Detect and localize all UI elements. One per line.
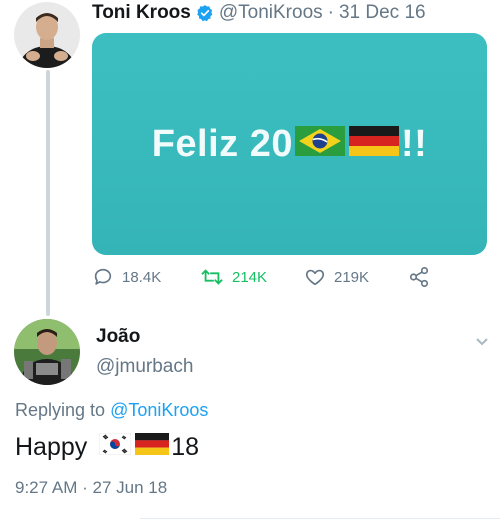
replying-handle-link[interactable]: @ToniKroos — [110, 400, 208, 420]
author-handle[interactable]: @ToniKroos — [219, 2, 323, 24]
reply-text-prefix: Happy — [15, 433, 88, 461]
avatar-toni-kroos[interactable] — [14, 2, 80, 68]
divider — [140, 518, 500, 519]
reply-count: 18.4K — [122, 268, 162, 286]
tweet-image[interactable]: Feliz 20 !! — [92, 33, 487, 255]
image-suffix: !! — [400, 122, 428, 165]
retweet-button[interactable]: 214K — [200, 266, 267, 288]
verified-badge-icon — [196, 4, 214, 22]
thread-connector-line — [46, 70, 50, 316]
south-korea-flag-icon — [98, 432, 132, 462]
replying-to-line: Replying to @ToniKroos — [15, 400, 208, 421]
brazil-flag-icon — [294, 123, 345, 166]
retweet-icon — [201, 269, 223, 285]
avatar-joao[interactable] — [14, 319, 80, 385]
author-name[interactable]: Toni Kroos — [92, 2, 191, 24]
reply-text-suffix: 18 — [171, 433, 200, 461]
reply-author-handle[interactable]: @jmurbach — [96, 356, 193, 378]
reply-text: Happy 18 — [15, 432, 200, 462]
germany-flag-icon — [348, 123, 399, 166]
share-icon — [409, 267, 429, 287]
germany-flag-icon — [135, 433, 170, 462]
reply-timestamp: 9:27 AM · 27 Jun 18 — [15, 478, 167, 498]
like-button[interactable]: 219K — [304, 266, 369, 288]
tweet-actions: 18.4K 214K 219K — [92, 266, 487, 296]
chevron-down-icon[interactable] — [474, 333, 490, 354]
share-button[interactable] — [408, 266, 438, 288]
retweet-count: 214K — [232, 268, 268, 286]
reply-time: 9:27 AM — [15, 478, 78, 497]
image-caption: Feliz 20 !! — [152, 123, 428, 166]
image-text: Feliz 20 — [151, 122, 293, 165]
reply-button[interactable]: 18.4K — [92, 266, 161, 288]
tweet-date[interactable]: 31 Dec 16 — [339, 2, 426, 24]
tweet-header: Toni Kroos @ToniKroos · 31 Dec 16 — [92, 0, 426, 26]
separator-dot: · — [82, 478, 88, 497]
like-count: 219K — [334, 268, 370, 286]
separator-dot: · — [327, 2, 334, 23]
reply-icon — [94, 268, 112, 285]
heart-icon — [305, 269, 325, 286]
replying-prefix: Replying to — [15, 400, 106, 420]
reply-date: 27 Jun 18 — [92, 478, 168, 497]
reply-author-name[interactable]: João — [96, 326, 140, 348]
